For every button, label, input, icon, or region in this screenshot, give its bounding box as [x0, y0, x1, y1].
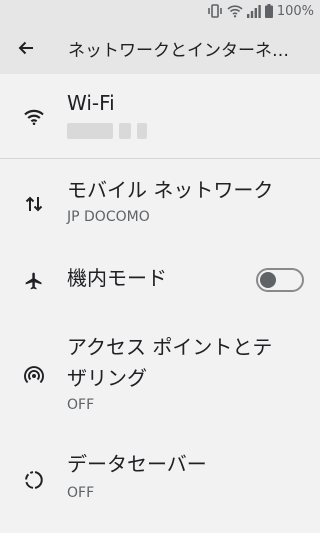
list-item-wifi[interactable]: Wi-Fi [0, 74, 320, 158]
airplane-mode-toggle[interactable] [256, 268, 304, 292]
data-saver-status: OFF [67, 485, 95, 501]
mobile-network-title: モバイル ネットワーク [67, 178, 274, 202]
hotspot-title-line2: ザリング [67, 366, 147, 390]
back-arrow-icon[interactable] [14, 36, 38, 60]
page-title: ネットワークとインターネ… [68, 40, 289, 61]
list-item-mobile-network[interactable]: モバイル ネットワーク JP DOCOMO [0, 159, 320, 243]
airplane-mode-title: 機内モード [67, 266, 167, 290]
wifi-ssid-redacted [67, 120, 153, 139]
list-item-hotspot-tethering[interactable]: アクセス ポイントとテ ザリング OFF [0, 317, 320, 427]
vibrate-icon [207, 4, 223, 18]
data-saver-title: データセーバー [67, 452, 207, 476]
mobile-data-icon [22, 192, 46, 216]
airplane-icon [22, 269, 46, 293]
data-saver-icon [22, 468, 46, 492]
hotspot-title-line1: アクセス ポイントとテ [67, 335, 273, 359]
mobile-network-carrier: JP DOCOMO [67, 209, 150, 225]
battery-icon [264, 4, 273, 18]
battery-percent: 100% [276, 3, 314, 19]
toggle-knob [260, 272, 276, 288]
hotspot-status: OFF [67, 397, 95, 413]
wifi-icon [22, 105, 46, 129]
signal-icon [246, 4, 261, 18]
status-bar: 100% [0, 0, 320, 22]
wifi-title: Wi-Fi [67, 91, 115, 115]
list-item-airplane-mode[interactable]: 機内モード [0, 243, 320, 317]
app-bar: ネットワークとインターネ… [0, 22, 320, 74]
hotspot-icon [22, 364, 46, 388]
list-item-data-saver[interactable]: データセーバー OFF [0, 427, 320, 517]
wifi-status-icon [227, 4, 243, 18]
